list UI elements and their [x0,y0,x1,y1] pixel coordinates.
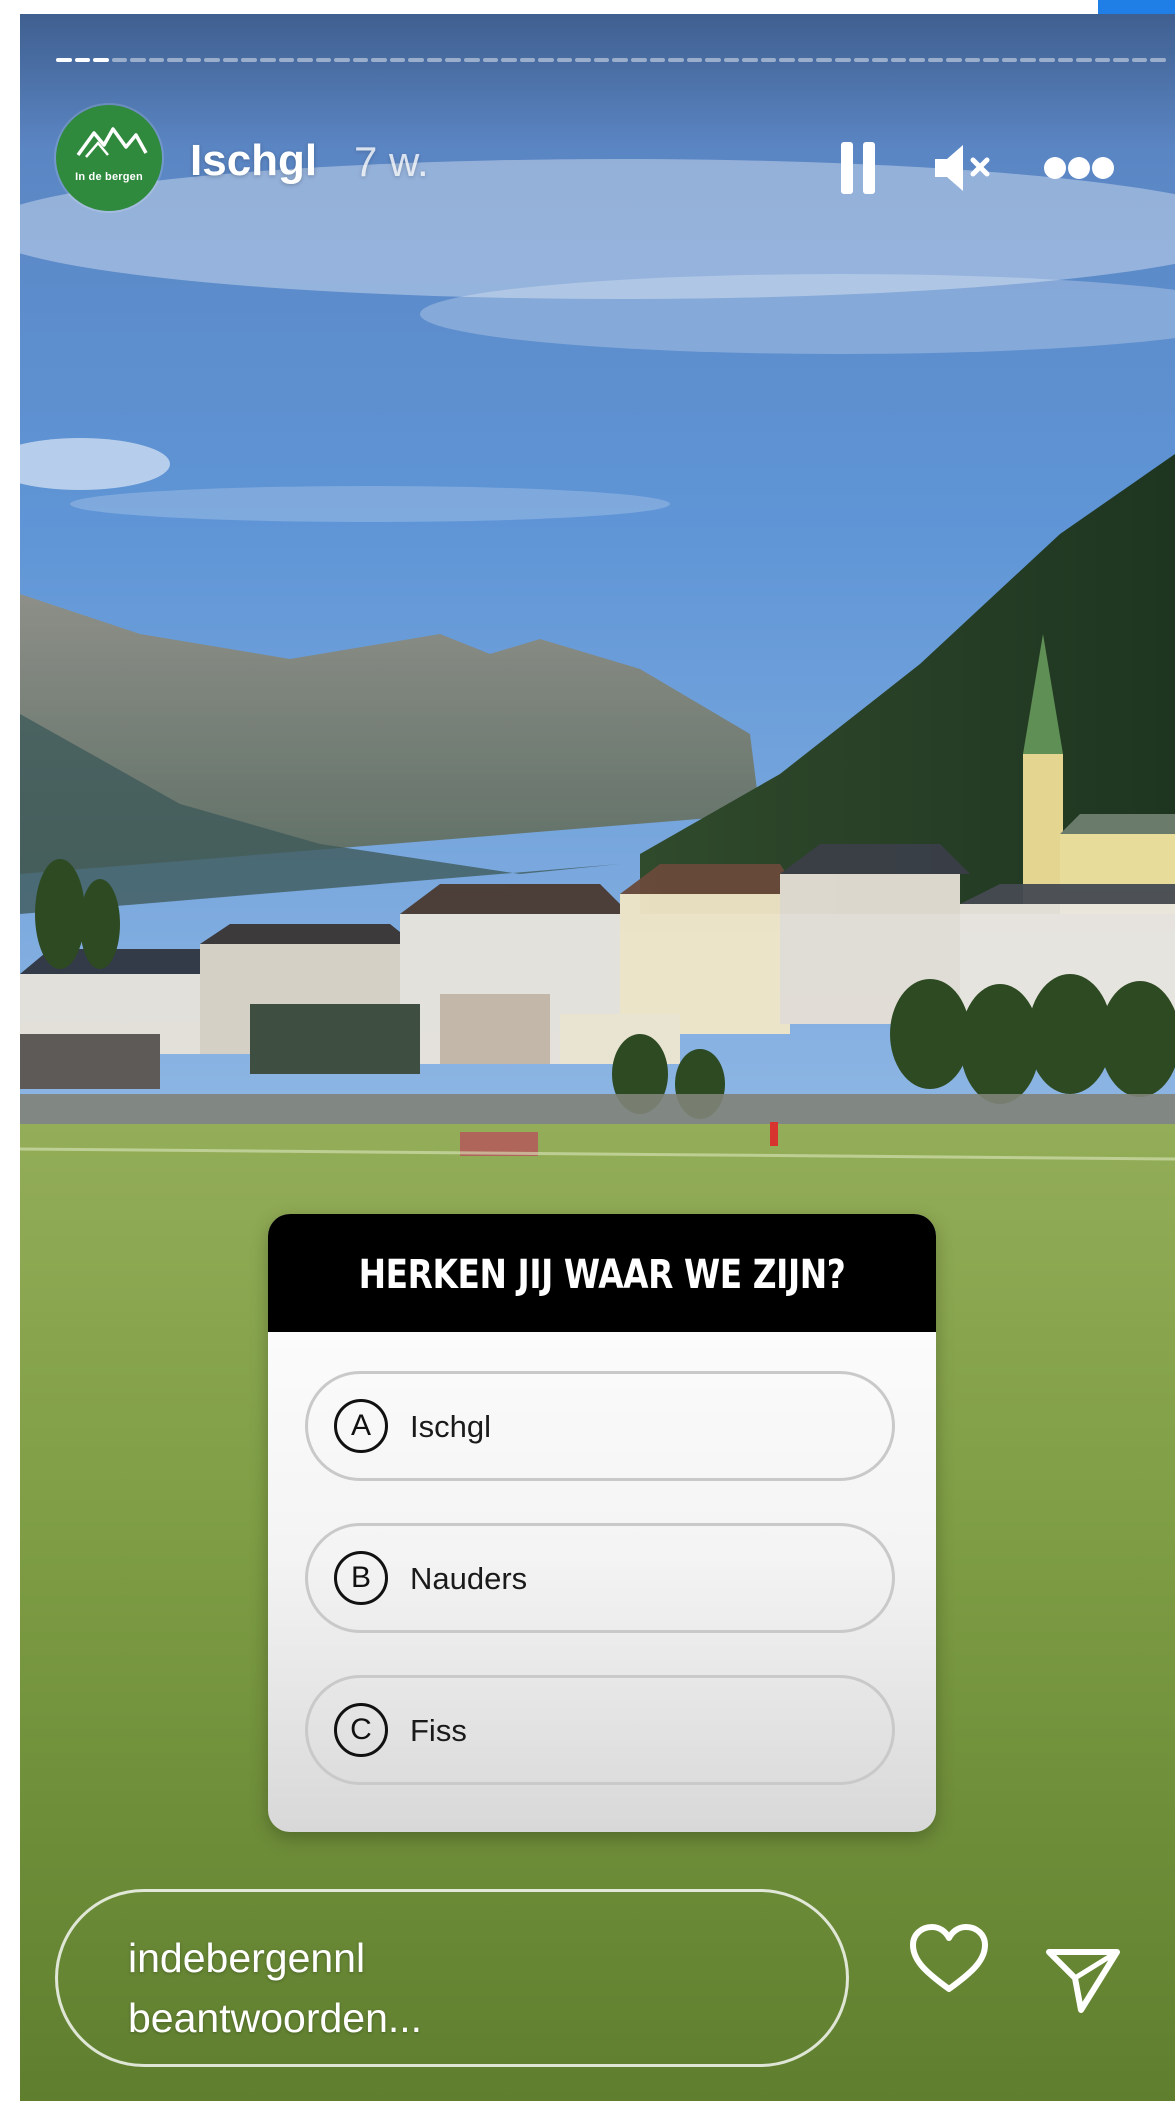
progress-segment [204,58,220,62]
progress-segment [185,58,202,62]
progress-segment [130,58,146,62]
more-options-button[interactable] [1038,140,1120,196]
heart-icon [910,1924,988,1992]
progress-segment [1131,58,1148,62]
reply-placeholder-line2: beantwoorden... [128,1995,423,2041]
story-viewer[interactable]: In de bergen Ischgl 7 w. HERKEN JIJ WAAR… [20,14,1175,2101]
progress-segment [575,58,591,62]
progress-segment [890,58,907,62]
progress-segment [260,58,276,62]
progress-segment [964,58,981,62]
like-button[interactable] [904,1914,994,2004]
progress-segment [111,58,128,62]
progress-segment [93,58,109,62]
progress-segment [426,58,443,62]
progress-segment [742,58,758,62]
progress-segment [74,58,91,62]
option-letter-b: B [334,1551,388,1605]
reply-input[interactable]: indebergennl beantwoorden... [55,1889,849,2067]
quiz-sticker: HERKEN JIJ WAAR WE ZIJN? A Ischgl B Naud… [268,1214,936,1832]
quiz-option-b[interactable]: B Nauders [305,1523,895,1633]
story-location-name[interactable]: Ischgl [190,136,317,186]
progress-segment [797,58,814,62]
story-progress-bar [56,56,1166,64]
progress-segment [612,58,628,62]
progress-segment [56,58,72,62]
progress-segment [389,58,406,62]
progress-segment [1020,58,1036,62]
progress-segment [1113,58,1129,62]
quiz-question: HERKEN JIJ WAAR WE ZIJN? [358,1252,846,1298]
story-age: 7 w. [354,138,429,185]
progress-segment [779,58,795,62]
progress-segment [1094,58,1111,62]
progress-segment [816,58,832,62]
progress-segment [278,58,295,62]
progress-segment [760,58,777,62]
progress-segment [872,58,888,62]
mute-button[interactable] [930,140,996,196]
progress-segment [1076,58,1092,62]
progress-segment [501,58,517,62]
progress-segment [371,58,387,62]
progress-segment [334,58,350,62]
progress-segment [927,58,944,62]
option-letter-c: C [334,1703,388,1757]
top-right-chip [1098,0,1175,14]
option-label-c: Fiss [410,1713,467,1748]
progress-segment [482,58,499,62]
pause-icon [841,142,875,194]
option-letter-a: A [334,1399,388,1453]
pause-button[interactable] [832,140,886,196]
reply-placeholder-line1: indebergennl [128,1935,366,1981]
progress-segment [445,58,462,62]
progress-segment [1057,58,1074,62]
quiz-option-c[interactable]: C Fiss [305,1675,895,1785]
progress-segment [705,58,721,62]
avatar-logo-text: In de bergen [75,171,143,183]
progress-segment [593,58,610,62]
progress-segment [464,58,480,62]
progress-segment [315,58,332,62]
progress-segment [630,58,647,62]
progress-segment [853,58,870,62]
option-label-a: Ischgl [410,1409,491,1444]
progress-segment [1001,58,1018,62]
progress-segment [519,58,536,62]
progress-segment [1150,58,1166,62]
mountain-logo-icon [76,127,148,158]
quiz-header: HERKEN JIJ WAAR WE ZIJN? [268,1214,936,1332]
progress-segment [946,58,962,62]
progress-segment [352,58,369,62]
progress-segment [148,58,165,62]
speaker-muted-icon [935,145,990,191]
progress-segment [909,58,925,62]
progress-segment [408,58,424,62]
progress-segment [983,58,999,62]
progress-segment [297,58,313,62]
quiz-option-a[interactable]: A Ischgl [305,1371,895,1481]
send-icon [1046,1949,1120,2013]
more-horizontal-icon [1044,157,1114,179]
progress-segment [556,58,573,62]
progress-segment [538,58,554,62]
reply-placeholder: indebergennl beantwoorden... [128,1928,728,2048]
option-label-b: Nauders [410,1561,528,1596]
progress-segment [834,58,851,62]
account-avatar[interactable]: In de bergen [56,105,162,211]
progress-segment [241,58,258,62]
progress-segment [167,58,183,62]
progress-segment [649,58,666,62]
send-button[interactable] [1038,1934,1128,2024]
progress-segment [668,58,684,62]
progress-segment [222,58,239,62]
progress-segment [1038,58,1055,62]
progress-segment [723,58,740,62]
progress-segment [686,58,703,62]
